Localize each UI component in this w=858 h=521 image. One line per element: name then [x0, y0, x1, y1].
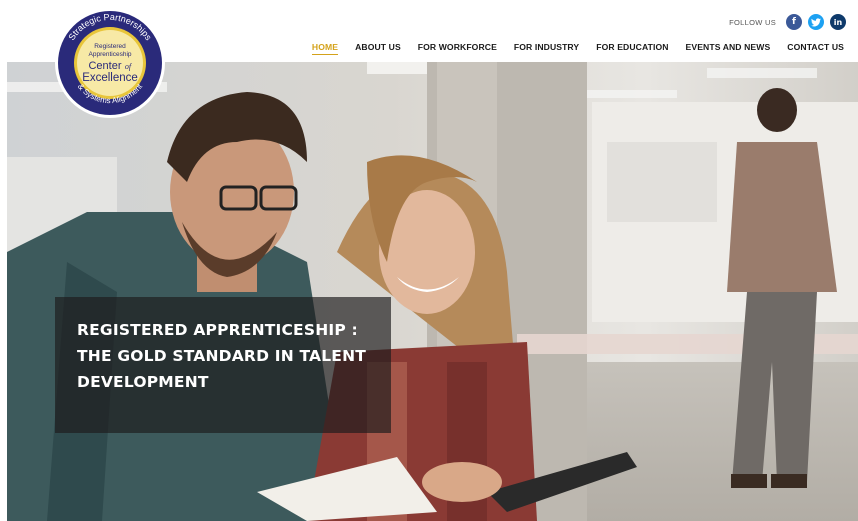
site-logo[interactable]: Strategic Partnerships & Systems Alignme… — [53, 6, 167, 120]
nav-contact-us[interactable]: CONTACT US — [787, 42, 844, 55]
facebook-icon[interactable]: f — [786, 14, 802, 30]
hero-banner: REGISTERED APPRENTICESHIP : THE GOLD STA… — [7, 62, 858, 521]
follow-us-bar: FOLLOW US f in — [729, 14, 846, 30]
logo-line-excellence: Excellence — [82, 72, 138, 84]
page: FOLLOW US f in HOME ABOUT US FOR WORKFOR… — [0, 0, 858, 521]
twitter-icon[interactable] — [808, 14, 824, 30]
linkedin-icon[interactable]: in — [830, 14, 846, 30]
main-nav: HOME ABOUT US FOR WORKFORCE FOR INDUSTRY… — [311, 42, 844, 55]
follow-us-label: FOLLOW US — [729, 17, 776, 27]
nav-events-and-news[interactable]: EVENTS AND NEWS — [686, 42, 771, 55]
logo-line-apprenticeship: Apprenticeship — [89, 51, 132, 58]
hero-title: REGISTERED APPRENTICESHIP : THE GOLD STA… — [77, 321, 367, 391]
nav-for-education[interactable]: FOR EDUCATION — [596, 42, 668, 55]
nav-for-industry[interactable]: FOR INDUSTRY — [514, 42, 579, 55]
nav-home[interactable]: HOME — [311, 42, 339, 55]
logo-line-registered: Registered — [94, 43, 126, 50]
hero-photo — [7, 62, 858, 521]
nav-about-us[interactable]: ABOUT US — [355, 42, 401, 55]
nav-for-workforce[interactable]: FOR WORKFORCE — [418, 42, 497, 55]
logo-line-center: Center — [88, 60, 121, 72]
hero-caption-box: REGISTERED APPRENTICESHIP : THE GOLD STA… — [55, 297, 391, 433]
